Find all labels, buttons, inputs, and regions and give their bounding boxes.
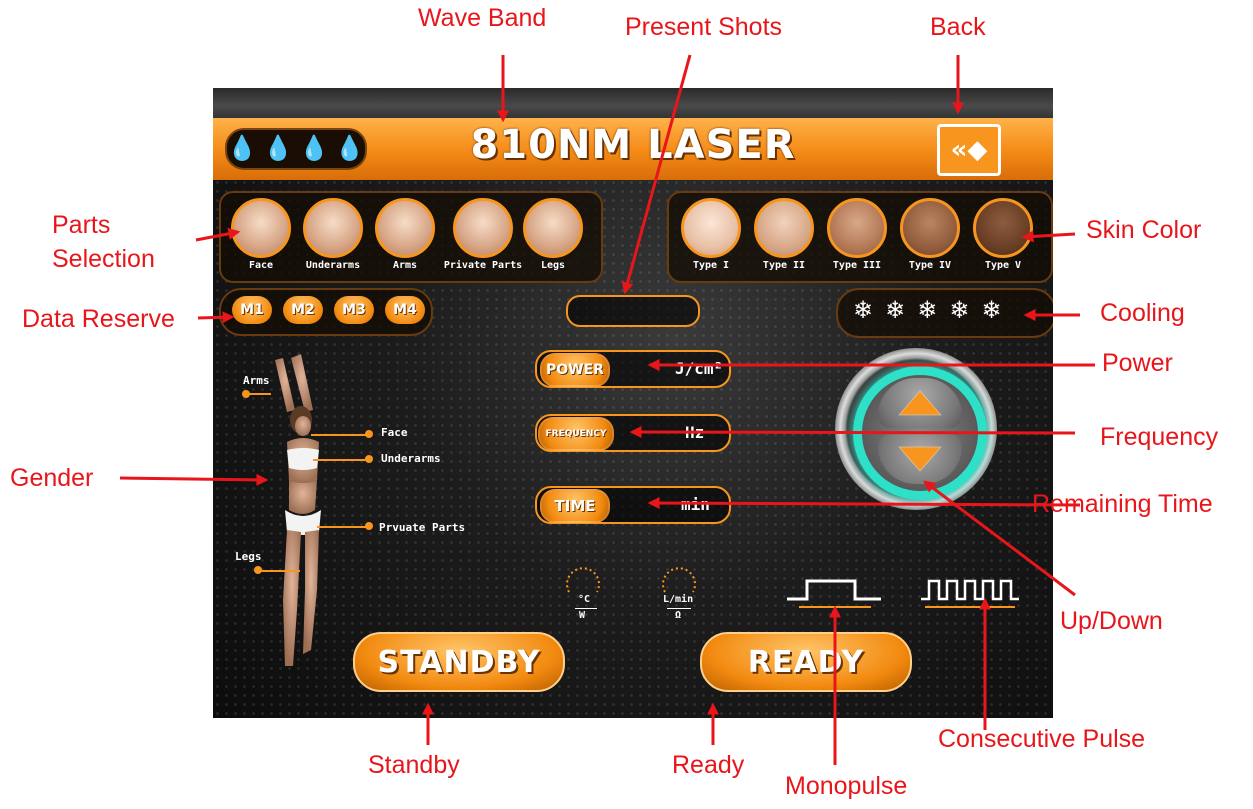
leg-icon [523, 198, 583, 258]
leader-line [313, 459, 367, 461]
standby-button[interactable]: STANDBY [353, 632, 565, 692]
skin-type-2[interactable]: Type II [749, 198, 819, 271]
resistance-unit: Ω [675, 610, 682, 621]
snowflake-icon[interactable]: ❄ [949, 296, 969, 325]
callout-gender: Gender [10, 464, 94, 492]
body-label-arms: Arms [243, 374, 270, 387]
callout-data-reserve: Data Reserve [22, 305, 175, 333]
triangle-down-icon [897, 446, 943, 472]
flow-unit: L/min [663, 594, 694, 605]
memory-m4-button[interactable]: M4 [385, 296, 425, 324]
cooling-levels: ❄ ❄ ❄ ❄ ❄ [853, 296, 1002, 325]
callout-ready: Ready [672, 751, 745, 779]
monopulse-button[interactable] [785, 575, 885, 609]
leader-line [317, 526, 367, 528]
face-icon [900, 198, 960, 258]
callout-frequency: Frequency [1100, 423, 1219, 451]
power-label: POWER [540, 353, 610, 387]
power-watt-unit: W [579, 610, 586, 621]
face-icon [973, 198, 1033, 258]
part-legs[interactable]: Legs [519, 198, 587, 271]
snowflake-icon[interactable]: ❄ [981, 296, 1001, 325]
page-title: 810NM LASER [470, 122, 796, 168]
body-label-private: Prvuate Parts [379, 521, 466, 534]
leader-line [247, 393, 271, 395]
body-label-legs: Legs [235, 550, 262, 563]
skin-type-3[interactable]: Type III [822, 198, 892, 271]
marker-dot[interactable] [365, 430, 373, 438]
marker-dot[interactable] [365, 522, 373, 530]
snowflake-icon[interactable]: ❄ [853, 296, 873, 325]
body-label-underarms: Underarms [381, 452, 441, 465]
part-arms[interactable]: Arms [371, 198, 439, 271]
callout-power: Power [1102, 349, 1173, 377]
flow-gauge-icon [662, 567, 696, 593]
face-icon [827, 198, 887, 258]
ready-button[interactable]: READY [700, 632, 912, 692]
callout-back: Back [930, 13, 986, 41]
private-parts-icon [453, 198, 513, 258]
part-underarms[interactable]: Underarms [299, 198, 367, 271]
callout-parts-selection: Parts Selection [52, 211, 155, 273]
callout-skin-color: Skin Color [1086, 216, 1202, 244]
part-private[interactable]: Private Parts [443, 198, 523, 271]
time-label: TIME [540, 489, 610, 523]
face-icon [754, 198, 814, 258]
time-unit: min [681, 495, 710, 514]
triangle-up-icon [897, 390, 943, 416]
gender-body-figure[interactable] [253, 350, 353, 670]
callout-remaining-time: Remaining Time [1032, 490, 1213, 518]
gauge-divider [575, 608, 597, 609]
callout-cooling: Cooling [1100, 299, 1185, 327]
skin-type-4[interactable]: Type IV [895, 198, 965, 271]
leader-line [260, 570, 300, 572]
back-icon: «◆ [950, 135, 988, 165]
marker-dot[interactable] [365, 455, 373, 463]
callout-monopulse: Monopulse [785, 772, 908, 800]
callout-standby: Standby [368, 751, 460, 779]
back-button[interactable]: «◆ [937, 124, 1001, 176]
body-label-face: Face [381, 426, 408, 439]
marker-dot[interactable] [242, 390, 250, 398]
part-face[interactable]: Face [227, 198, 295, 271]
snowflake-icon[interactable]: ❄ [917, 296, 937, 325]
skin-type-5[interactable]: Type V [968, 198, 1038, 271]
device-screen: 💧 💧 💧 💧 810NM LASER «◆ Face Underarms Ar… [213, 88, 1053, 718]
skin-type-1[interactable]: Type I [676, 198, 746, 271]
consecutive-pulse-button[interactable] [919, 575, 1023, 609]
gauge-divider [667, 608, 691, 609]
frequency-label: FREQUENCY [538, 417, 614, 451]
arm-icon [375, 198, 435, 258]
callout-up-down: Up/Down [1060, 607, 1163, 635]
face-icon [231, 198, 291, 258]
memory-m3-button[interactable]: M3 [334, 296, 374, 324]
top-strip [213, 88, 1053, 118]
memory-m1-button[interactable]: M1 [232, 296, 272, 324]
present-shots-display [566, 295, 700, 327]
memory-m2-button[interactable]: M2 [283, 296, 323, 324]
callout-consecutive-pulse: Consecutive Pulse [938, 725, 1146, 753]
callout-present-shots: Present Shots [625, 13, 783, 41]
underarm-icon [303, 198, 363, 258]
power-unit: J/cm² [675, 359, 724, 378]
snowflake-icon[interactable]: ❄ [885, 296, 905, 325]
temperature-unit: °C [578, 594, 591, 605]
callout-wave-band: Wave Band [418, 4, 547, 32]
frequency-unit: Hz [685, 423, 705, 442]
leader-line [311, 434, 367, 436]
temperature-gauge-icon [566, 567, 600, 593]
face-icon [681, 198, 741, 258]
